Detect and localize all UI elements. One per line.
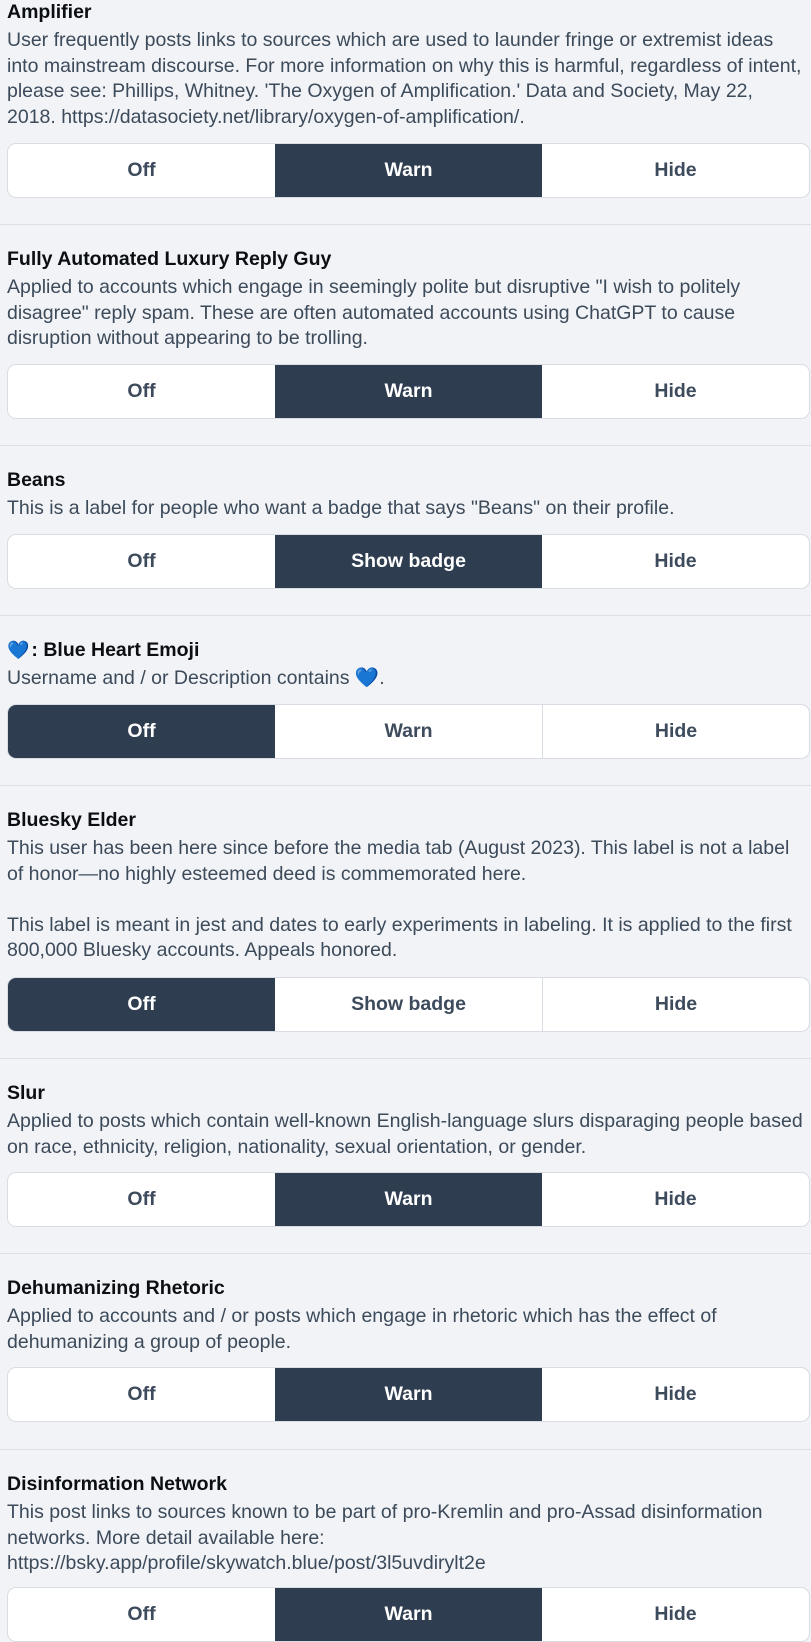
label-preference-control: Off Warn Hide <box>7 704 810 759</box>
label-preference-control: Off Show badge Hide <box>7 977 810 1032</box>
label-section-reply-guy: Fully Automated Luxury Reply Guy Applied… <box>0 224 811 446</box>
option-off-button[interactable]: Off <box>8 705 275 758</box>
blue-heart-icon: 💙 <box>7 640 30 660</box>
description-paragraph: Applied to posts which contain well-know… <box>7 1110 803 1158</box>
option-off-button[interactable]: Off <box>8 1368 275 1421</box>
label-section-bluesky-elder: Bluesky Elder This user has been here si… <box>0 785 811 1059</box>
option-hide-button[interactable]: Hide <box>542 1173 809 1226</box>
option-off-button[interactable]: Off <box>8 1588 275 1641</box>
option-hide-button[interactable]: Hide <box>542 705 809 758</box>
description-paragraph: User frequently posts links to sources w… <box>7 29 802 128</box>
label-description: User frequently posts links to sources w… <box>7 28 807 130</box>
description-paragraph: Applied to accounts and / or posts which… <box>7 1305 717 1353</box>
label-preference-control: Off Warn Hide <box>7 143 810 198</box>
description-paragraph: Username and / or Description contains 💙… <box>7 667 385 689</box>
option-hide-button[interactable]: Hide <box>542 535 809 588</box>
label-title-text: : Blue Heart Emoji <box>31 639 200 661</box>
option-off-button[interactable]: Off <box>8 1173 275 1226</box>
label-preference-control: Off Warn Hide <box>7 1587 810 1642</box>
option-hide-button[interactable]: Hide <box>542 978 809 1031</box>
option-warn-button[interactable]: Warn <box>275 1368 542 1421</box>
label-description: This is a label for people who want a ba… <box>7 496 807 522</box>
label-description: Applied to posts which contain well-know… <box>7 1109 807 1160</box>
label-preference-control: Off Warn Hide <box>7 364 810 419</box>
label-description: This post links to sources known to be p… <box>7 1500 807 1577</box>
label-title: 💙: Blue Heart Emoji <box>7 638 811 663</box>
label-description: This user has been here since before the… <box>7 836 807 964</box>
label-description: Username and / or Description contains 💙… <box>7 666 807 692</box>
label-title: Amplifier <box>7 1 92 23</box>
description-paragraph: This is a label for people who want a ba… <box>7 497 675 519</box>
description-paragraph: This label is meant in jest and dates to… <box>7 913 792 962</box>
label-title: Fully Automated Luxury Reply Guy <box>7 248 332 270</box>
option-hide-button[interactable]: Hide <box>542 1368 809 1421</box>
label-section-blue-heart: 💙: Blue Heart Emoji Username and / or De… <box>0 615 811 786</box>
label-section-beans: Beans This is a label for people who wan… <box>0 445 811 616</box>
option-hide-button[interactable]: Hide <box>542 365 809 418</box>
option-hide-button[interactable]: Hide <box>542 1588 809 1641</box>
label-title: Beans <box>7 469 66 491</box>
label-title: Slur <box>7 1082 45 1104</box>
option-show-badge-button[interactable]: Show badge <box>275 978 542 1031</box>
option-hide-button[interactable]: Hide <box>542 144 809 197</box>
label-section-dehumanizing-rhetoric: Dehumanizing Rhetoric Applied to account… <box>0 1253 811 1450</box>
label-description: Applied to accounts which engage in seem… <box>7 275 807 352</box>
option-off-button[interactable]: Off <box>8 978 275 1031</box>
option-warn-button[interactable]: Warn <box>275 365 542 418</box>
label-preference-control: Off Warn Hide <box>7 1367 810 1422</box>
label-preference-control: Off Warn Hide <box>7 1172 810 1227</box>
label-title: Bluesky Elder <box>7 809 136 831</box>
label-section-slur: Slur Applied to posts which contain well… <box>0 1058 811 1254</box>
label-description: Applied to accounts and / or posts which… <box>7 1304 807 1355</box>
label-title: Disinformation Network <box>7 1473 227 1495</box>
label-title: Dehumanizing Rhetoric <box>7 1277 225 1299</box>
label-section-disinformation-network: Disinformation Network This post links t… <box>0 1449 811 1642</box>
description-paragraph: This post links to sources known to be p… <box>7 1501 763 1574</box>
option-warn-button[interactable]: Warn <box>275 144 542 197</box>
label-preference-control: Off Show badge Hide <box>7 534 810 589</box>
option-warn-button[interactable]: Warn <box>275 705 542 758</box>
description-paragraph: Applied to accounts which engage in seem… <box>7 276 741 349</box>
option-show-badge-button[interactable]: Show badge <box>275 535 542 588</box>
option-off-button[interactable]: Off <box>8 535 275 588</box>
option-warn-button[interactable]: Warn <box>275 1173 542 1226</box>
option-warn-button[interactable]: Warn <box>275 1588 542 1641</box>
label-section-amplifier: Amplifier User frequently posts links to… <box>0 0 811 224</box>
option-off-button[interactable]: Off <box>8 144 275 197</box>
option-off-button[interactable]: Off <box>8 365 275 418</box>
description-paragraph: This user has been here since before the… <box>7 837 790 885</box>
